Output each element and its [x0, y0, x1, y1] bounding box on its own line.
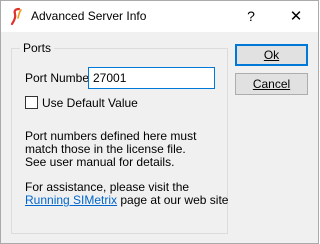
use-default-label[interactable]: Use Default Value	[42, 96, 138, 110]
help-icon: ?	[247, 8, 255, 24]
close-icon: ✕	[289, 8, 303, 25]
help-button[interactable]: ?	[229, 1, 273, 32]
ok-button[interactable]: Ok	[235, 44, 308, 66]
dialog-window: Advanced Server Info ? ✕ Ports Port Numb…	[0, 0, 319, 244]
ok-button-label: Ok	[263, 48, 280, 62]
cancel-button[interactable]: Cancel	[235, 73, 308, 95]
port-number-input[interactable]	[88, 67, 215, 89]
cancel-button-label-text: Cancel	[252, 77, 291, 91]
port-number-label: Port Number	[25, 71, 94, 85]
ports-group-label: Ports	[20, 41, 55, 55]
use-default-checkbox[interactable]	[25, 96, 38, 109]
simetrix-logo-icon	[10, 7, 22, 26]
running-simetrix-link[interactable]: Running SIMetrix	[25, 193, 117, 207]
assistance-text: For assistance, please visit the Running…	[25, 181, 228, 207]
window-title: Advanced Server Info	[31, 9, 147, 23]
port-info-text: Port numbers defined here must match tho…	[25, 130, 225, 169]
title-bar[interactable]: Advanced Server Info ? ✕	[1, 1, 318, 32]
close-button[interactable]: ✕	[274, 1, 318, 32]
info-line: See user manual for details.	[25, 155, 175, 169]
cancel-button-label: Cancel	[253, 77, 290, 91]
assistance-link-line: Running SIMetrix page at our web site	[25, 194, 228, 207]
assistance-suffix: page at our web site	[117, 193, 229, 207]
